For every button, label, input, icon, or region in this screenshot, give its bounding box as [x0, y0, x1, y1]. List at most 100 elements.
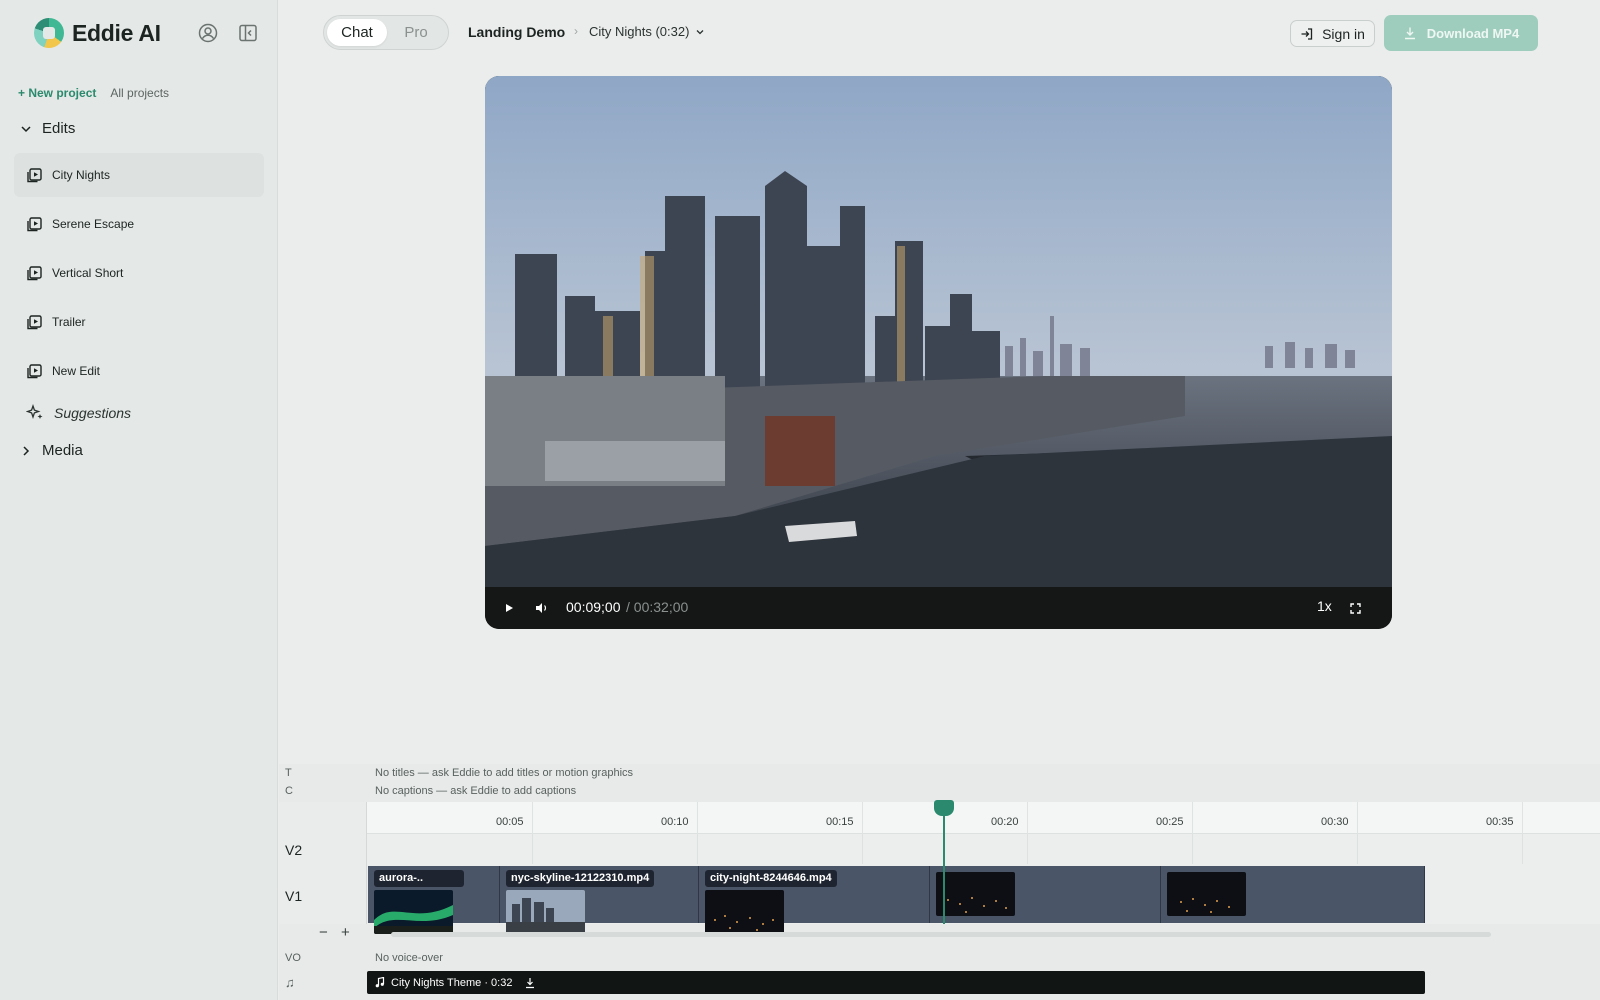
project-links: + New project All projects	[18, 86, 169, 100]
volume-icon[interactable]	[534, 600, 550, 616]
total-time: / 00:32;00	[626, 599, 689, 615]
download-icon[interactable]	[524, 977, 536, 989]
sidebar-item-city-nights[interactable]: City Nights	[14, 153, 264, 197]
sidebar-item-new-edit[interactable]: New Edit	[14, 349, 264, 393]
ruler-tick: 00:05	[496, 816, 524, 828]
timeline-clip-aurora[interactable]: aurora-..	[368, 866, 500, 934]
captions-track-label: C	[285, 785, 293, 797]
play-icon[interactable]	[501, 600, 517, 616]
video-player: 00:09;00 / 00:32;00 1x	[485, 76, 1392, 629]
ruler-gridline	[1522, 802, 1523, 834]
breadcrumb-separator: ›	[574, 24, 578, 38]
sidebar-item-trailer[interactable]: Trailer	[14, 300, 264, 344]
timeline-clip-city-night[interactable]: city-night-8244646.mp4	[699, 866, 930, 934]
ruler-gridline	[1027, 802, 1028, 834]
sign-in-label: Sign in	[1322, 25, 1365, 42]
vo-track-label: VO	[285, 952, 301, 964]
all-projects-link[interactable]: All projects	[110, 86, 169, 100]
sidebar-item-serene-escape[interactable]: Serene Escape	[14, 202, 264, 246]
media-label: Media	[42, 442, 83, 459]
collapse-sidebar-icon[interactable]	[236, 21, 260, 45]
zoom-out-button[interactable]: −	[319, 924, 328, 941]
sidebar-item-label: New Edit	[52, 364, 101, 378]
timeline-clip-nyc-skyline[interactable]: nyc-skyline-12122310.mp4	[500, 866, 699, 934]
clip-name: city-night-8244646.mp4	[705, 870, 837, 887]
ruler-gridline	[697, 802, 698, 834]
edits-label: Edits	[42, 120, 76, 137]
music-note-icon	[375, 977, 385, 988]
clip-thumbnail	[1167, 872, 1246, 916]
zoom-in-button[interactable]: +	[341, 924, 350, 941]
clip-thumbnail	[374, 890, 453, 934]
clip-thumbnail	[506, 890, 585, 934]
titles-track-note: No titles — ask Eddie to add titles or m…	[375, 767, 634, 779]
clip-thumbnail	[705, 890, 784, 934]
clip-name: nyc-skyline-12122310.mp4	[506, 870, 655, 887]
track-gridline	[1357, 834, 1358, 864]
sign-in-button[interactable]: Sign in	[1290, 20, 1375, 47]
sidebar: Eddie AI + New project All projects Edit…	[0, 0, 278, 1000]
video-edit-icon	[27, 167, 42, 182]
ruler-gridline	[1357, 802, 1358, 834]
new-project-link[interactable]: + New project	[18, 86, 96, 100]
ruler-tick: 00:30	[1321, 816, 1349, 828]
playhead-handle[interactable]	[934, 800, 954, 816]
fullscreen-icon[interactable]	[1347, 600, 1363, 616]
ruler-gridline	[862, 802, 863, 834]
track-gridline	[532, 834, 533, 864]
download-mp4-button[interactable]: Download MP4	[1384, 15, 1538, 51]
suggestions-item[interactable]: Suggestions	[26, 404, 131, 422]
playback-speed-button[interactable]: 1x	[1317, 598, 1332, 614]
ruler-gridline	[1192, 802, 1193, 834]
player-controls: 00:09;00 / 00:32;00 1x	[485, 587, 1392, 629]
ruler-tick: 00:15	[826, 816, 854, 828]
music-clip[interactable]: City Nights Theme · 0:32	[367, 971, 1425, 994]
ruler-tick: 00:20	[991, 816, 1019, 828]
chevron-down-icon	[696, 29, 704, 34]
video-edit-icon	[27, 363, 42, 378]
eddie-logo-icon	[34, 18, 64, 48]
suggestions-label: Suggestions	[54, 405, 132, 421]
sidebar-item-label: Vertical Short	[52, 266, 124, 280]
track-gridline	[1522, 834, 1523, 864]
download-icon	[1404, 27, 1415, 40]
account-icon[interactable]	[196, 21, 220, 45]
track-label-column: V2 V1	[279, 802, 367, 924]
brand-name: Eddie AI	[72, 19, 161, 46]
project-title[interactable]: Landing Demo	[468, 24, 565, 40]
timeline-clip-4[interactable]	[930, 866, 1161, 923]
edits-section-toggle[interactable]: Edits	[20, 120, 75, 137]
ruler-tick: 00:25	[1156, 816, 1184, 828]
timeline-clip-5[interactable]	[1161, 866, 1425, 923]
v2-track-label: V2	[285, 842, 303, 858]
mode-toggle: Chat Pro	[323, 15, 449, 50]
ruler-tick: 00:10	[661, 816, 689, 828]
sign-in-icon	[1301, 27, 1313, 40]
ruler-tick: 00:35	[1486, 816, 1514, 828]
brand[interactable]: Eddie AI	[34, 18, 161, 48]
download-label: Download MP4	[1426, 25, 1520, 41]
sidebar-item-label: Trailer	[52, 315, 86, 329]
video-edit-icon	[27, 314, 42, 329]
tab-pro[interactable]: Pro	[387, 19, 445, 46]
sidebar-item-label: Serene Escape	[52, 217, 135, 231]
track-gridline	[1027, 834, 1028, 864]
v2-track[interactable]	[367, 834, 1600, 864]
video-edit-icon	[27, 265, 42, 280]
timeline-scrollbar[interactable]	[391, 932, 1491, 937]
sidebar-item-vertical-short[interactable]: Vertical Short	[14, 251, 264, 295]
sidebar-item-label: City Nights	[52, 168, 111, 182]
clip-name: aurora-..	[374, 870, 464, 887]
timeline: T No titles — ask Eddie to add titles or…	[279, 764, 1600, 1000]
tab-chat[interactable]: Chat	[327, 19, 387, 46]
time-ruler[interactable]: 00:05 00:10 00:15 00:20 00:25 00:30 00:3…	[367, 802, 1600, 834]
captions-track-note: No captions — ask Eddie to add captions	[375, 785, 577, 797]
titles-track-label: T	[285, 767, 292, 779]
video-frame[interactable]	[485, 76, 1392, 587]
clip-thumbnail	[936, 872, 1015, 916]
v1-track-label: V1	[285, 888, 303, 904]
edit-selector-label: City Nights (0:32)	[589, 24, 690, 39]
current-time: 00:09;00	[566, 599, 621, 615]
media-section-toggle[interactable]: Media	[20, 442, 83, 459]
edit-selector[interactable]: City Nights (0:32)	[589, 24, 705, 39]
